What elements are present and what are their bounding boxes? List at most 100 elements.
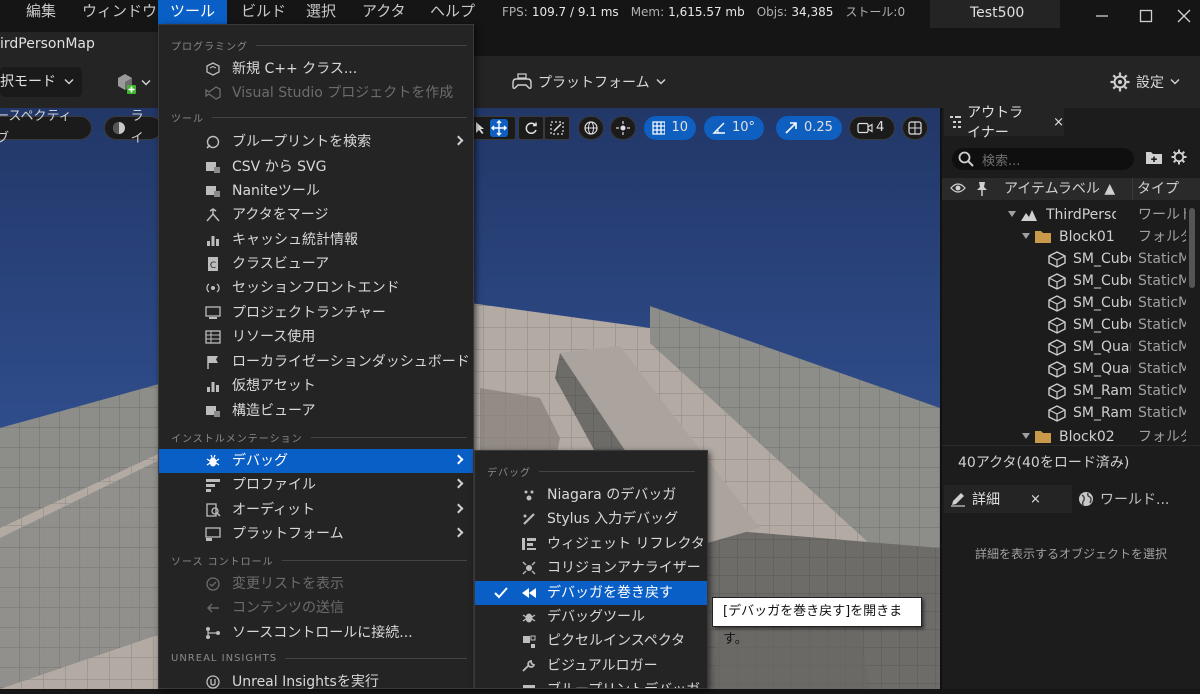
menu-item-debug[interactable]: デバッグ bbox=[159, 449, 473, 473]
map-tab[interactable]: irdPersonMap bbox=[0, 32, 160, 56]
section-header: ツール bbox=[171, 109, 467, 125]
rotation-snap-button[interactable]: 10° bbox=[704, 116, 764, 140]
outliner-row-mesh[interactable]: SM_Cube StaticMesh bbox=[942, 248, 1187, 270]
menu-item-submit-content[interactable]: コンテンツの送信 bbox=[159, 596, 473, 620]
maximize-button[interactable] bbox=[1128, 0, 1164, 32]
menu-item-label: アクタをマージ bbox=[232, 207, 329, 223]
objs-value: 34,385 bbox=[791, 5, 834, 19]
viewport-layout-button[interactable] bbox=[902, 116, 928, 140]
menu-item-csv-to-svg[interactable]: CSV から SVG bbox=[159, 155, 473, 179]
close-icon[interactable]: × bbox=[1030, 492, 1041, 507]
menu-select[interactable]: 選択 bbox=[294, 0, 348, 24]
outliner-panel: アウトライナー × 検索... アイテムラベル ▲ タイプ ThirdPerso… bbox=[940, 105, 1200, 485]
static-mesh-icon bbox=[1048, 273, 1066, 290]
menu-item-struct-viewer[interactable]: 構造ビューア bbox=[159, 399, 473, 423]
menu-item-localization-dashboard[interactable]: ローカライゼーションダッシュボード bbox=[159, 350, 473, 374]
outliner-row-folder[interactable]: Block01 フォルダ bbox=[942, 226, 1187, 248]
menu-item-project-launcher[interactable]: プロジェクトランチャー bbox=[159, 301, 473, 325]
menu-item-merge-actors[interactable]: アクタをマージ bbox=[159, 203, 473, 227]
menu-item-resource-usage[interactable]: リソース使用 bbox=[159, 325, 473, 349]
menu-item-rewind-debugger[interactable]: デバッガを巻き戻す bbox=[475, 581, 707, 605]
camera-speed-button[interactable]: 4 bbox=[849, 116, 895, 140]
platforms-label: プラットフォーム bbox=[538, 75, 650, 91]
menu-item-profile[interactable]: プロファイル bbox=[159, 473, 473, 497]
type-column[interactable]: タイプ bbox=[1132, 178, 1179, 200]
menu-item-run-insights[interactable]: Unreal Insightsを実行 bbox=[159, 670, 473, 694]
move-icon[interactable] bbox=[490, 119, 508, 137]
settings-button[interactable]: 設定 bbox=[1110, 68, 1180, 96]
menu-item-niagara-debugger[interactable]: Niagara のデバッガ bbox=[475, 483, 707, 507]
outliner-row-mesh[interactable]: SM_Ramp StaticMesh bbox=[942, 402, 1187, 424]
platforms-button[interactable]: プラットフォーム bbox=[512, 68, 666, 96]
minimize-button[interactable] bbox=[1084, 0, 1120, 32]
outliner-row-world[interactable]: ThirdPersonMap ワールド bbox=[942, 204, 1187, 226]
outliner-row-mesh[interactable]: SM_Cube StaticMesh bbox=[942, 270, 1187, 292]
window-icon bbox=[206, 186, 220, 197]
menu-item-new-cpp-class[interactable]: 新規 C++ クラス... bbox=[159, 57, 473, 81]
details-tab[interactable]: 詳細 × bbox=[944, 485, 1072, 513]
outliner-settings-button[interactable] bbox=[1171, 149, 1187, 165]
menu-item-platform[interactable]: プラットフォーム bbox=[159, 522, 473, 546]
menu-item-visual-logger[interactable]: ビジュアルロガー bbox=[475, 654, 707, 678]
add-actor-button[interactable] bbox=[113, 70, 163, 96]
select-pointer-icon[interactable] bbox=[474, 121, 486, 135]
menu-item-vs-project[interactable]: Visual Studio プロジェクトを作成 bbox=[159, 81, 473, 105]
launcher-icon bbox=[205, 306, 221, 319]
add-folder-button[interactable] bbox=[1145, 149, 1163, 165]
menu-actor[interactable]: アクタ bbox=[350, 0, 418, 24]
expand-arrow-icon[interactable] bbox=[1008, 211, 1016, 217]
outliner-row-mesh[interactable]: SM_QuarterCylinder StaticMesh bbox=[942, 358, 1187, 380]
surface-snap-button[interactable] bbox=[610, 116, 636, 140]
scale-tool-button[interactable] bbox=[544, 116, 570, 140]
grid-snap-button[interactable]: 10 bbox=[644, 116, 696, 140]
eye-icon[interactable] bbox=[950, 181, 966, 195]
outliner-row-mesh[interactable]: SM_Ramp StaticMesh bbox=[942, 380, 1187, 402]
menu-item-stylus-debug[interactable]: Stylus 入力デバッグ bbox=[475, 507, 707, 531]
outliner-row-mesh[interactable]: SM_Cube StaticMesh bbox=[942, 292, 1187, 314]
menu-build[interactable]: ビルド bbox=[229, 0, 298, 24]
menu-item-pixel-inspector[interactable]: ピクセルインスペクタ bbox=[475, 629, 707, 653]
chevron-down-icon bbox=[64, 78, 74, 85]
menu-edit[interactable]: 編集 bbox=[14, 0, 68, 24]
lit-mode-button[interactable]: ライ bbox=[104, 109, 162, 146]
close-icon[interactable]: × bbox=[1053, 115, 1064, 130]
menu-item-view-changelists[interactable]: 変更リストを表示 bbox=[159, 572, 473, 596]
outliner-search-input[interactable]: 検索... bbox=[952, 148, 1134, 170]
layout-icon bbox=[908, 121, 922, 135]
pin-icon[interactable] bbox=[976, 181, 988, 197]
close-window-button[interactable] bbox=[1166, 0, 1200, 32]
menu-tools[interactable]: ツール bbox=[158, 0, 227, 24]
menu-item-blueprint-debugger[interactable]: ブループリントデバッガ bbox=[475, 678, 707, 688]
outliner-tab[interactable]: アウトライナー × bbox=[944, 105, 1064, 141]
world-space-button[interactable] bbox=[578, 116, 604, 140]
fps-label: FPS: bbox=[502, 5, 528, 19]
outliner-row-mesh[interactable]: SM_Cube StaticMesh bbox=[942, 314, 1187, 336]
perspective-button[interactable]: ースペクティブ bbox=[0, 109, 92, 146]
menu-item-nanite-tools[interactable]: Naniteツール bbox=[159, 179, 473, 203]
select-mode-button[interactable]: 択モード bbox=[0, 67, 82, 97]
menu-item-find-blueprints[interactable]: ブループリントを検索 bbox=[159, 130, 473, 154]
collision-icon bbox=[522, 561, 536, 575]
menu-item-cache-stats[interactable]: キャッシュ統計情報 bbox=[159, 228, 473, 252]
outliner-row-label: Block02 bbox=[1059, 429, 1115, 444]
menu-help[interactable]: ヘルプ bbox=[418, 0, 487, 24]
menu-item-debug-tools[interactable]: デバッグツール bbox=[475, 605, 707, 629]
menu-item-collision-analyzer[interactable]: コリジョンアナライザー bbox=[475, 556, 707, 580]
menu-item-widget-reflector[interactable]: ウィジェット リフレクタ bbox=[475, 532, 707, 556]
menu-item-session-frontend[interactable]: セッションフロントエンド bbox=[159, 276, 473, 300]
rotate-tool-button[interactable] bbox=[518, 116, 544, 140]
world-settings-tab[interactable]: ワールド... bbox=[1074, 485, 1200, 513]
menu-item-connect-source-control[interactable]: ソースコントロールに接続... bbox=[159, 621, 473, 645]
menu-window[interactable]: ウィンドウ bbox=[70, 0, 169, 24]
menu-item-audit[interactable]: オーディット bbox=[159, 498, 473, 522]
menu-item-virtual-assets[interactable]: 仮想アセット bbox=[159, 374, 473, 398]
menu-item-class-viewer[interactable]: C クラスビューア bbox=[159, 252, 473, 276]
expand-arrow-icon[interactable] bbox=[1022, 433, 1030, 439]
menu-item-label: ソースコントロールに接続... bbox=[232, 625, 413, 641]
outliner-scrollbar[interactable] bbox=[1189, 208, 1195, 288]
expand-arrow-icon[interactable] bbox=[1022, 233, 1030, 239]
scale-snap-button[interactable]: 0.25 bbox=[776, 116, 842, 140]
outliner-row-mesh[interactable]: SM_QuarterCylinder StaticMesh bbox=[942, 336, 1187, 358]
item-label-column[interactable]: アイテムラベル ▲ bbox=[1004, 178, 1115, 200]
outliner-row-folder[interactable]: Block02 フォルダ bbox=[942, 426, 1187, 444]
